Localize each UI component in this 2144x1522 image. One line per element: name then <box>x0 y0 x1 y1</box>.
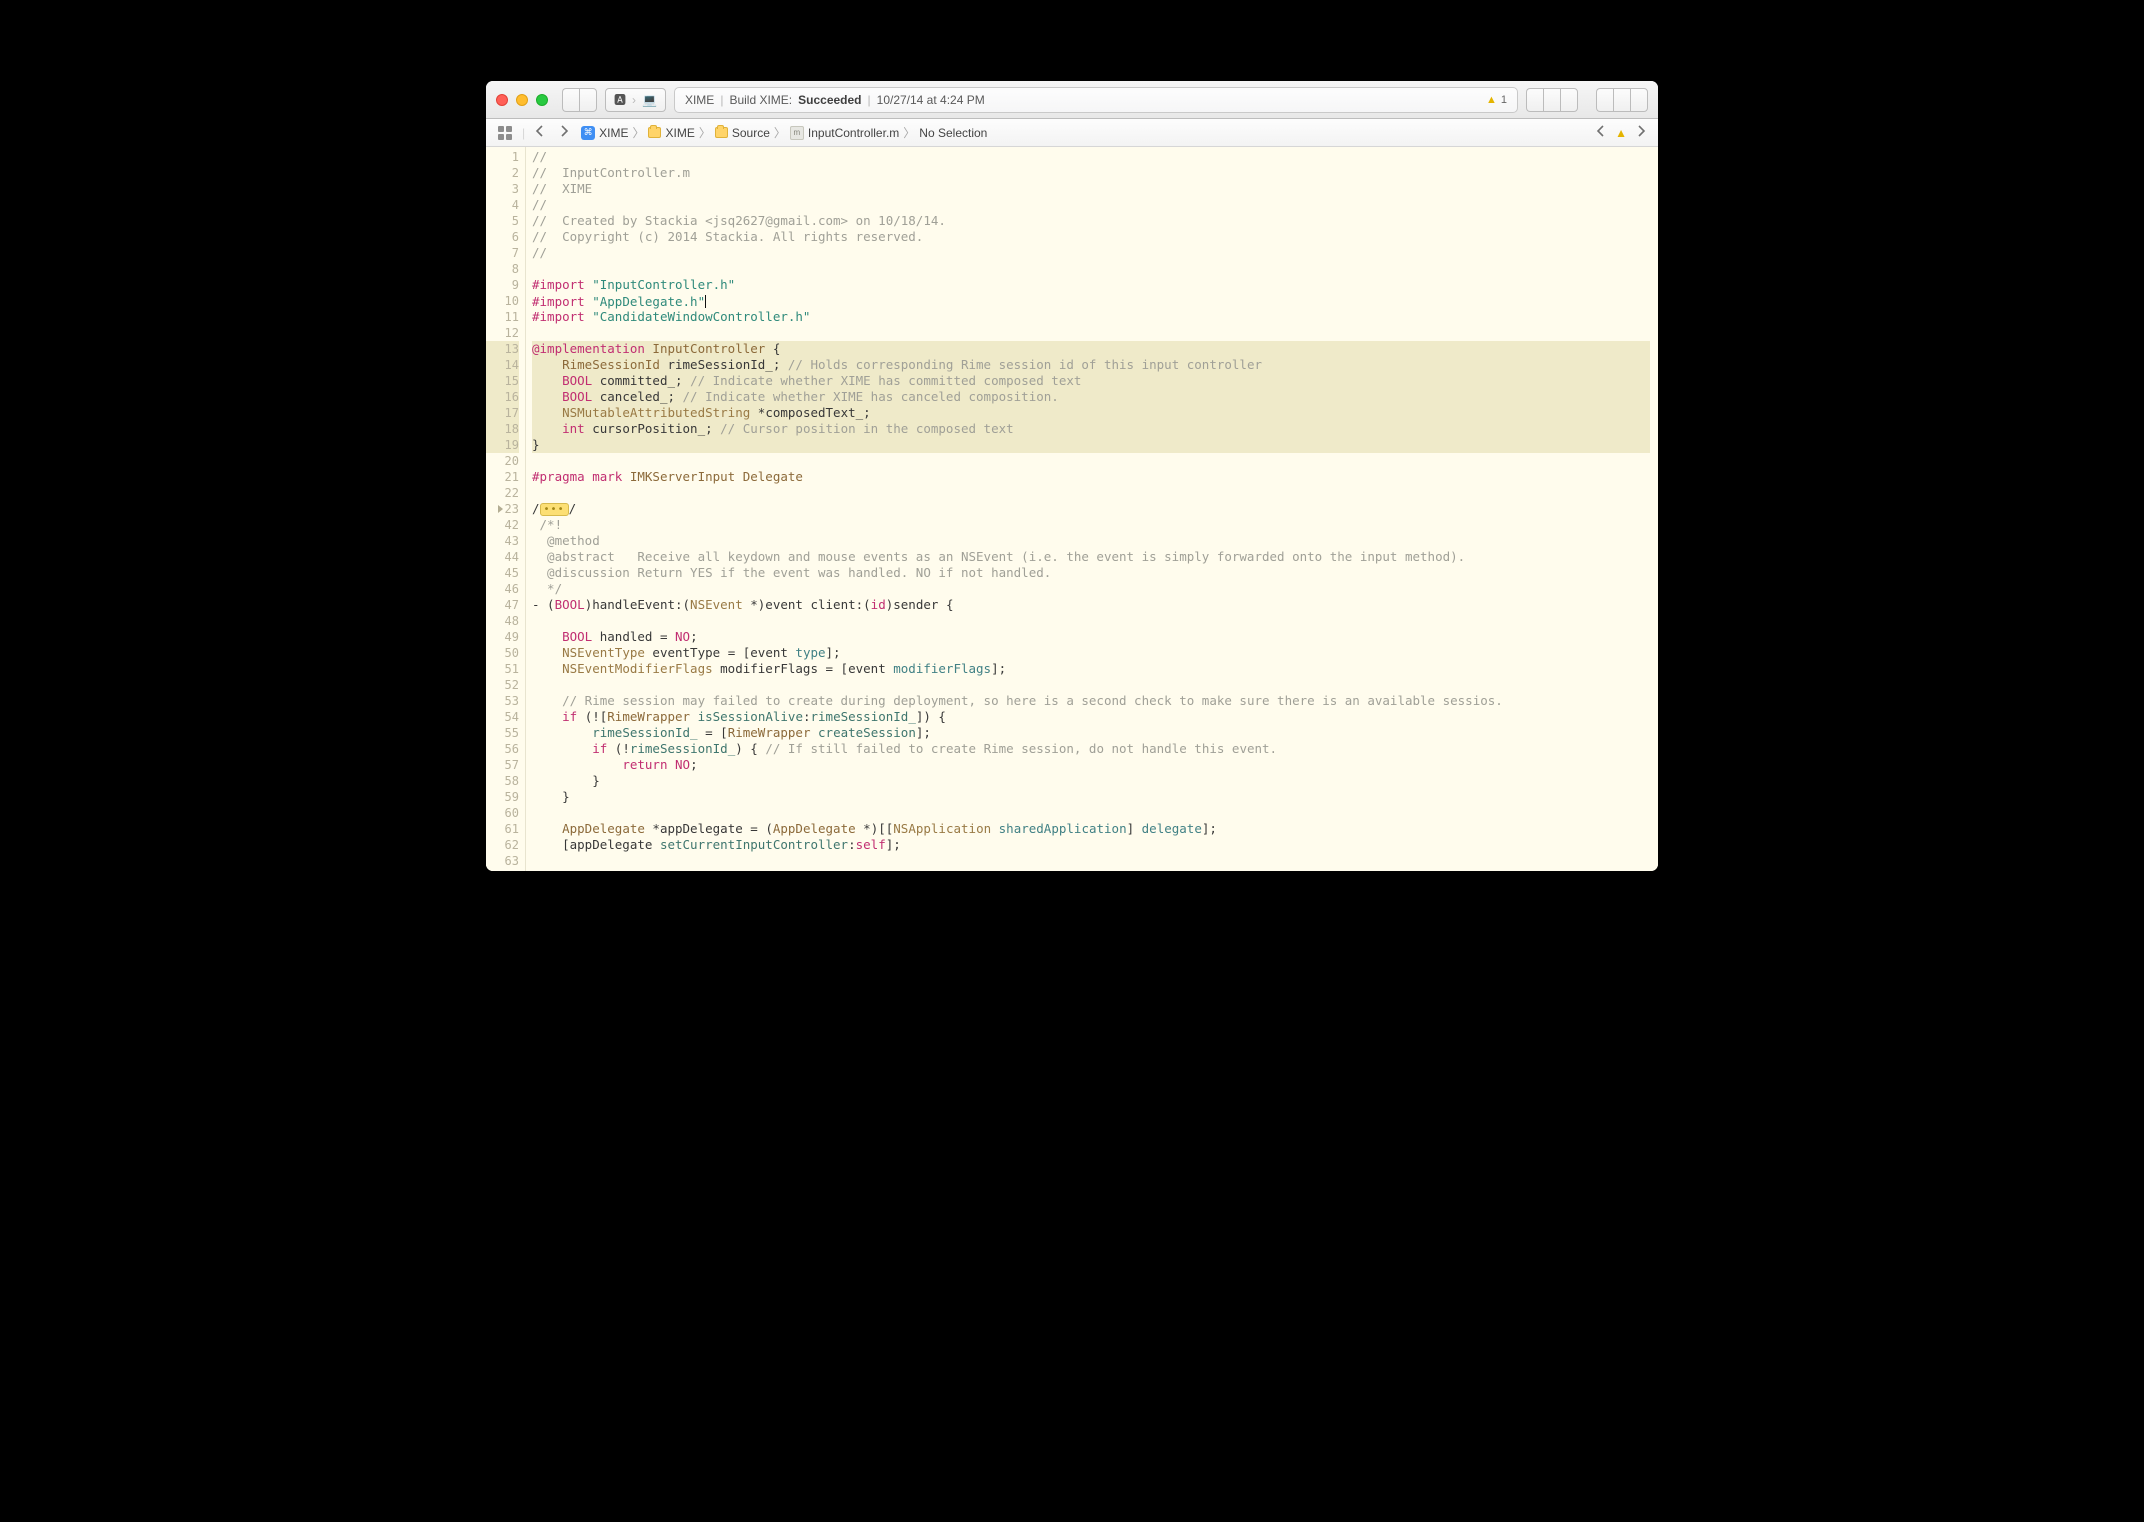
folder-icon <box>648 127 661 138</box>
run-stop-segment <box>562 88 597 112</box>
zoom-window-button[interactable] <box>536 94 548 106</box>
window-controls <box>496 94 548 106</box>
previous-issue-button[interactable] <box>1590 123 1611 142</box>
toolbar: 🅰︎ › 💻 XIME | Build XIME: Succeeded | 10… <box>486 81 1658 119</box>
status-time: 10/27/14 at 4:24 PM <box>877 93 985 107</box>
mfile-icon: m <box>790 126 804 140</box>
text-cursor <box>705 295 706 308</box>
status-result: Succeeded <box>798 93 861 107</box>
close-window-button[interactable] <box>496 94 508 106</box>
go-forward-button[interactable] <box>554 123 575 142</box>
assistant-editor-button[interactable] <box>1543 88 1560 112</box>
toggle-utilities-button[interactable] <box>1630 88 1648 112</box>
jump-bar-item-label: XIME <box>599 126 628 140</box>
status-action: Build XIME: <box>729 93 792 107</box>
code-area[interactable]: //// InputController.m// XIME//// Create… <box>526 147 1658 871</box>
jump-bar-item[interactable]: ⌘ XIME <box>579 126 630 140</box>
toggle-navigator-button[interactable] <box>1596 88 1613 112</box>
status-project: XIME <box>685 93 714 107</box>
app-icon: 🅰︎ <box>614 91 626 108</box>
stop-button[interactable] <box>579 88 597 112</box>
chevron-right-icon <box>1637 125 1646 137</box>
scheme-selector[interactable]: 🅰︎ › 💻 <box>605 88 666 112</box>
next-issue-button[interactable] <box>1631 123 1652 142</box>
warning-count: 1 <box>1501 94 1507 106</box>
jump-bar-item-label: InputController.m <box>808 126 899 140</box>
destination-icon: 💻 <box>642 93 657 107</box>
jump-bar-item[interactable]: m InputController.m <box>788 126 901 140</box>
folder-icon <box>715 127 728 138</box>
code-fold-indicator[interactable]: ••• <box>540 503 569 516</box>
line-number-gutter: 1234567891011121314151617181920212223424… <box>486 147 526 871</box>
standard-editor-button[interactable] <box>1526 88 1543 112</box>
minimize-window-button[interactable] <box>516 94 528 106</box>
source-editor[interactable]: 1234567891011121314151617181920212223424… <box>486 147 1658 871</box>
related-items-button[interactable] <box>492 124 518 142</box>
jump-bar-item-label: No Selection <box>919 126 987 140</box>
view-panes-segment <box>1596 88 1648 112</box>
editor-mode-segment <box>1526 88 1578 112</box>
jump-bar-item[interactable]: No Selection <box>917 126 989 140</box>
issues-badge[interactable]: ▲ 1 <box>1486 94 1507 106</box>
jump-bar-item-label: XIME <box>665 126 694 140</box>
activity-status[interactable]: XIME | Build XIME: Succeeded | 10/27/14 … <box>674 87 1518 113</box>
warning-icon: ▲ <box>1615 126 1627 140</box>
chevron-left-icon <box>1596 125 1605 137</box>
chevron-right-icon <box>560 125 569 137</box>
jump-bar-path: ⌘XIME〉XIME〉Source〉mInputController.m〉No … <box>579 124 989 141</box>
jump-bar-item[interactable]: XIME <box>646 126 696 140</box>
jump-bar: | ⌘XIME〉XIME〉Source〉mInputController.m〉N… <box>486 119 1658 147</box>
project-icon: ⌘ <box>581 126 595 140</box>
xcode-window: 🅰︎ › 💻 XIME | Build XIME: Succeeded | 10… <box>486 81 1658 871</box>
go-back-button[interactable] <box>529 123 550 142</box>
toggle-debug-area-button[interactable] <box>1613 88 1630 112</box>
chevron-left-icon <box>535 125 544 137</box>
jump-bar-item[interactable]: Source <box>713 126 772 140</box>
version-editor-button[interactable] <box>1560 88 1578 112</box>
warning-icon: ▲ <box>1486 94 1497 106</box>
run-button[interactable] <box>562 88 579 112</box>
jump-bar-item-label: Source <box>732 126 770 140</box>
